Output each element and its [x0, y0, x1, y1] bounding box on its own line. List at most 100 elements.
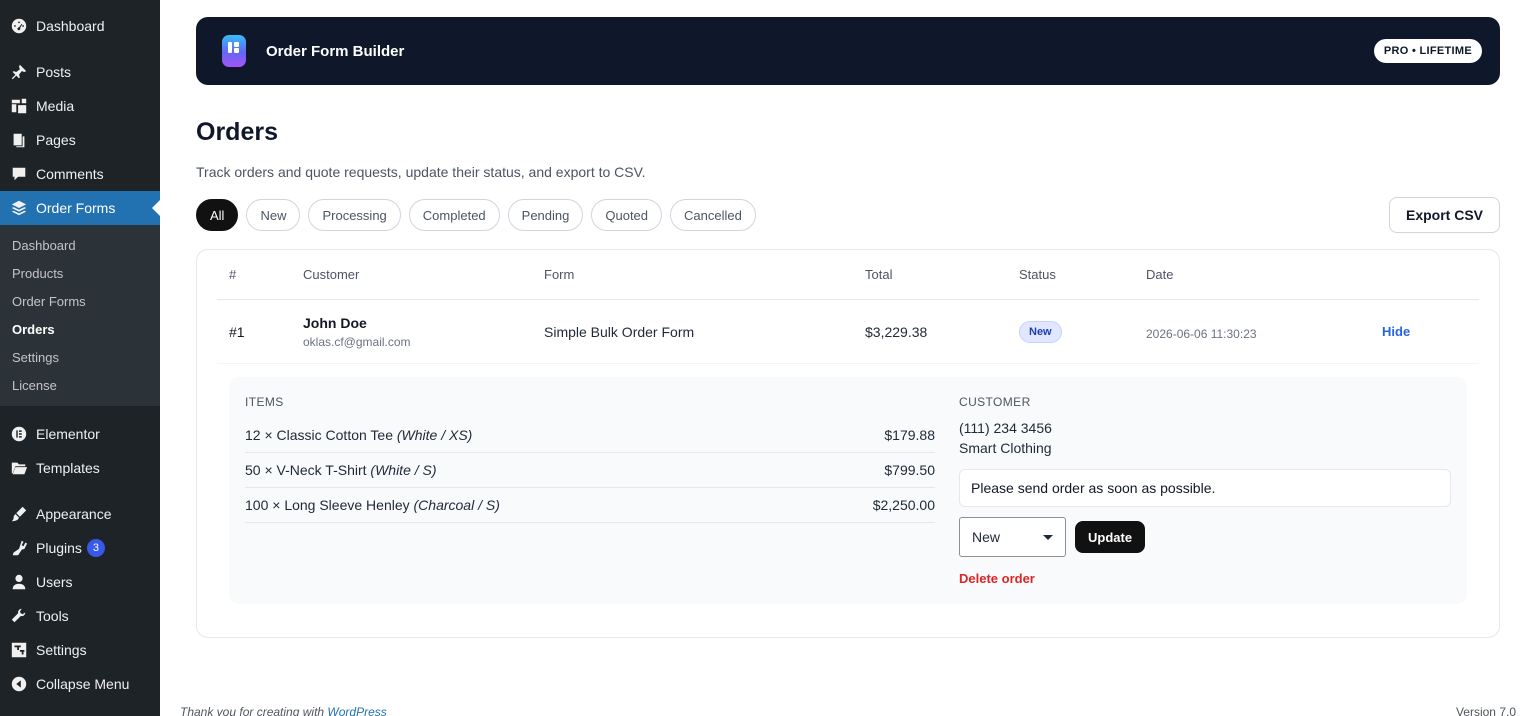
submenu-order-forms[interactable]: Order Forms	[0, 288, 160, 316]
order-form-name: Simple Bulk Order Form	[544, 323, 695, 340]
col-header-customer: Customer	[303, 267, 360, 282]
status-badge: New	[1019, 320, 1062, 343]
menu-users[interactable]: Users	[0, 565, 160, 599]
pages-icon	[9, 130, 29, 150]
submenu-settings[interactable]: Settings	[0, 344, 160, 372]
customer-company: Smart Clothing	[959, 440, 1052, 456]
menu-order-forms[interactable]: Order Forms	[0, 191, 160, 225]
list-item: 100 × Long Sleeve Henley (Charcoal / S) …	[245, 488, 935, 523]
menu-elementor[interactable]: Elementor	[0, 417, 160, 451]
item-text: 100 × Long Sleeve Henley	[245, 497, 410, 513]
filter-new[interactable]: New	[246, 199, 301, 231]
menu-pages-label: Pages	[36, 132, 76, 148]
menu-appearance[interactable]: Appearance	[0, 497, 160, 531]
wordpress-link[interactable]: WordPress	[327, 705, 386, 716]
menu-plugins[interactable]: Plugins 3	[0, 531, 160, 565]
submenu-orders[interactable]: Orders	[0, 316, 160, 344]
order-forms-submenu: Dashboard Products Order Forms Orders Se…	[0, 225, 160, 406]
item-description: 100 × Long Sleeve Henley (Charcoal / S)	[245, 497, 500, 513]
footer-thanks-text: Thank you for creating with	[180, 705, 325, 716]
col-header-form: Form	[544, 267, 575, 282]
banner-title: Order Form Builder	[266, 42, 405, 60]
filter-cancelled[interactable]: Cancelled	[670, 199, 756, 231]
footer-version: Version 7.0	[1455, 705, 1516, 716]
filter-quoted[interactable]: Quoted	[591, 199, 663, 231]
menu-posts-label: Posts	[36, 64, 72, 80]
filter-completed[interactable]: Completed	[408, 199, 500, 231]
settings-icon	[9, 640, 29, 660]
table-header: # Customer Form Total Status Date	[217, 250, 1479, 300]
item-variant: (Charcoal / S)	[413, 497, 500, 513]
menu-collapse-label: Collapse Menu	[36, 676, 130, 692]
item-variant: (White / XS)	[396, 427, 473, 443]
menu-plugins-label: Plugins	[36, 540, 82, 556]
page-subtitle: Track orders and quote requests, update …	[196, 164, 646, 180]
menu-templates-label: Templates	[36, 460, 100, 476]
menu-settings[interactable]: Settings	[0, 633, 160, 667]
customer-details: CUSTOMER (111) 234 3456 Smart Clothing P…	[935, 395, 1451, 604]
export-csv-button[interactable]: Export CSV	[1388, 197, 1500, 233]
chevron-down-icon	[1043, 534, 1053, 540]
status-controls: New Update	[959, 517, 1451, 557]
submenu-dashboard[interactable]: Dashboard	[0, 232, 160, 260]
order-total: $3,229.38	[865, 323, 928, 340]
menu-tools-label: Tools	[36, 608, 69, 624]
list-item: 12 × Classic Cotton Tee (White / XS) $17…	[245, 418, 935, 453]
col-header-status: Status	[1019, 267, 1056, 282]
menu-comments[interactable]: Comments	[0, 157, 160, 191]
customer-section-label: CUSTOMER	[959, 395, 1031, 409]
col-header-number: #	[229, 267, 237, 282]
elementor-icon	[9, 424, 29, 444]
menu-dashboard-label: Dashboard	[36, 18, 105, 34]
order-status-cell: New	[1019, 320, 1146, 343]
item-variant: (White / S)	[370, 462, 437, 478]
dashboard-icon	[9, 16, 29, 36]
admin-sidebar: Dashboard Posts Media Pages Comments Ord…	[0, 0, 160, 716]
menu-users-label: Users	[36, 574, 73, 590]
user-icon	[9, 572, 29, 592]
update-status-button[interactable]: Update	[1075, 521, 1146, 553]
order-number: #1	[229, 323, 245, 340]
customer-name: John Doe	[303, 314, 367, 331]
layers-icon	[9, 198, 29, 218]
footer-thanks: Thank you for creating with WordPress	[180, 705, 387, 716]
customer-email: oklas.cf@gmail.com	[303, 334, 411, 349]
col-header-date: Date	[1146, 267, 1174, 282]
menu-media[interactable]: Media	[0, 89, 160, 123]
submenu-license[interactable]: License	[0, 372, 160, 400]
plugin-banner: Order Form Builder PRO • LIFETIME	[196, 17, 1500, 85]
filter-all[interactable]: All	[196, 199, 239, 231]
filter-processing[interactable]: Processing	[308, 199, 401, 231]
menu-pages[interactable]: Pages	[0, 123, 160, 157]
submenu-products[interactable]: Products	[0, 260, 160, 288]
order-customer: John Doe oklas.cf@gmail.com	[303, 315, 544, 349]
item-text: 50 × V-Neck T-Shirt	[245, 462, 367, 478]
status-select-value: New	[972, 529, 1001, 545]
menu-posts[interactable]: Posts	[0, 55, 160, 89]
filter-pending[interactable]: Pending	[507, 199, 584, 231]
item-description: 12 × Classic Cotton Tee (White / XS)	[245, 427, 472, 443]
order-actions: Hide	[1382, 323, 1479, 341]
menu-tools[interactable]: Tools	[0, 599, 160, 633]
plugins-update-badge: 3	[86, 539, 105, 557]
wrench-icon	[9, 606, 29, 626]
menu-dashboard[interactable]: Dashboard	[0, 9, 160, 43]
item-price: $2,250.00	[872, 497, 935, 513]
status-filters: All New Processing Completed Pending Quo…	[196, 199, 756, 231]
folder-icon	[9, 458, 29, 478]
customer-note: Please send order as soon as possible.	[959, 469, 1451, 507]
item-price: $799.50	[884, 462, 935, 478]
menu-collapse[interactable]: Collapse Menu	[0, 667, 160, 701]
table-row[interactable]: #1 John Doe oklas.cf@gmail.com Simple Bu…	[217, 300, 1479, 364]
hide-details-link[interactable]: Hide	[1382, 324, 1410, 339]
item-description: 50 × V-Neck T-Shirt (White / S)	[245, 462, 437, 478]
items-section-label: ITEMS	[245, 395, 284, 409]
order-details-panel: ITEMS 12 × Classic Cotton Tee (White / X…	[229, 377, 1467, 604]
menu-templates[interactable]: Templates	[0, 451, 160, 485]
delete-order-link[interactable]: Delete order	[959, 571, 1035, 586]
list-item: 50 × V-Neck T-Shirt (White / S) $799.50	[245, 453, 935, 488]
status-select[interactable]: New	[959, 517, 1066, 557]
menu-order-forms-label: Order Forms	[36, 200, 116, 216]
customer-phone: (111) 234 3456	[959, 420, 1052, 436]
order-items: ITEMS 12 × Classic Cotton Tee (White / X…	[245, 395, 935, 604]
